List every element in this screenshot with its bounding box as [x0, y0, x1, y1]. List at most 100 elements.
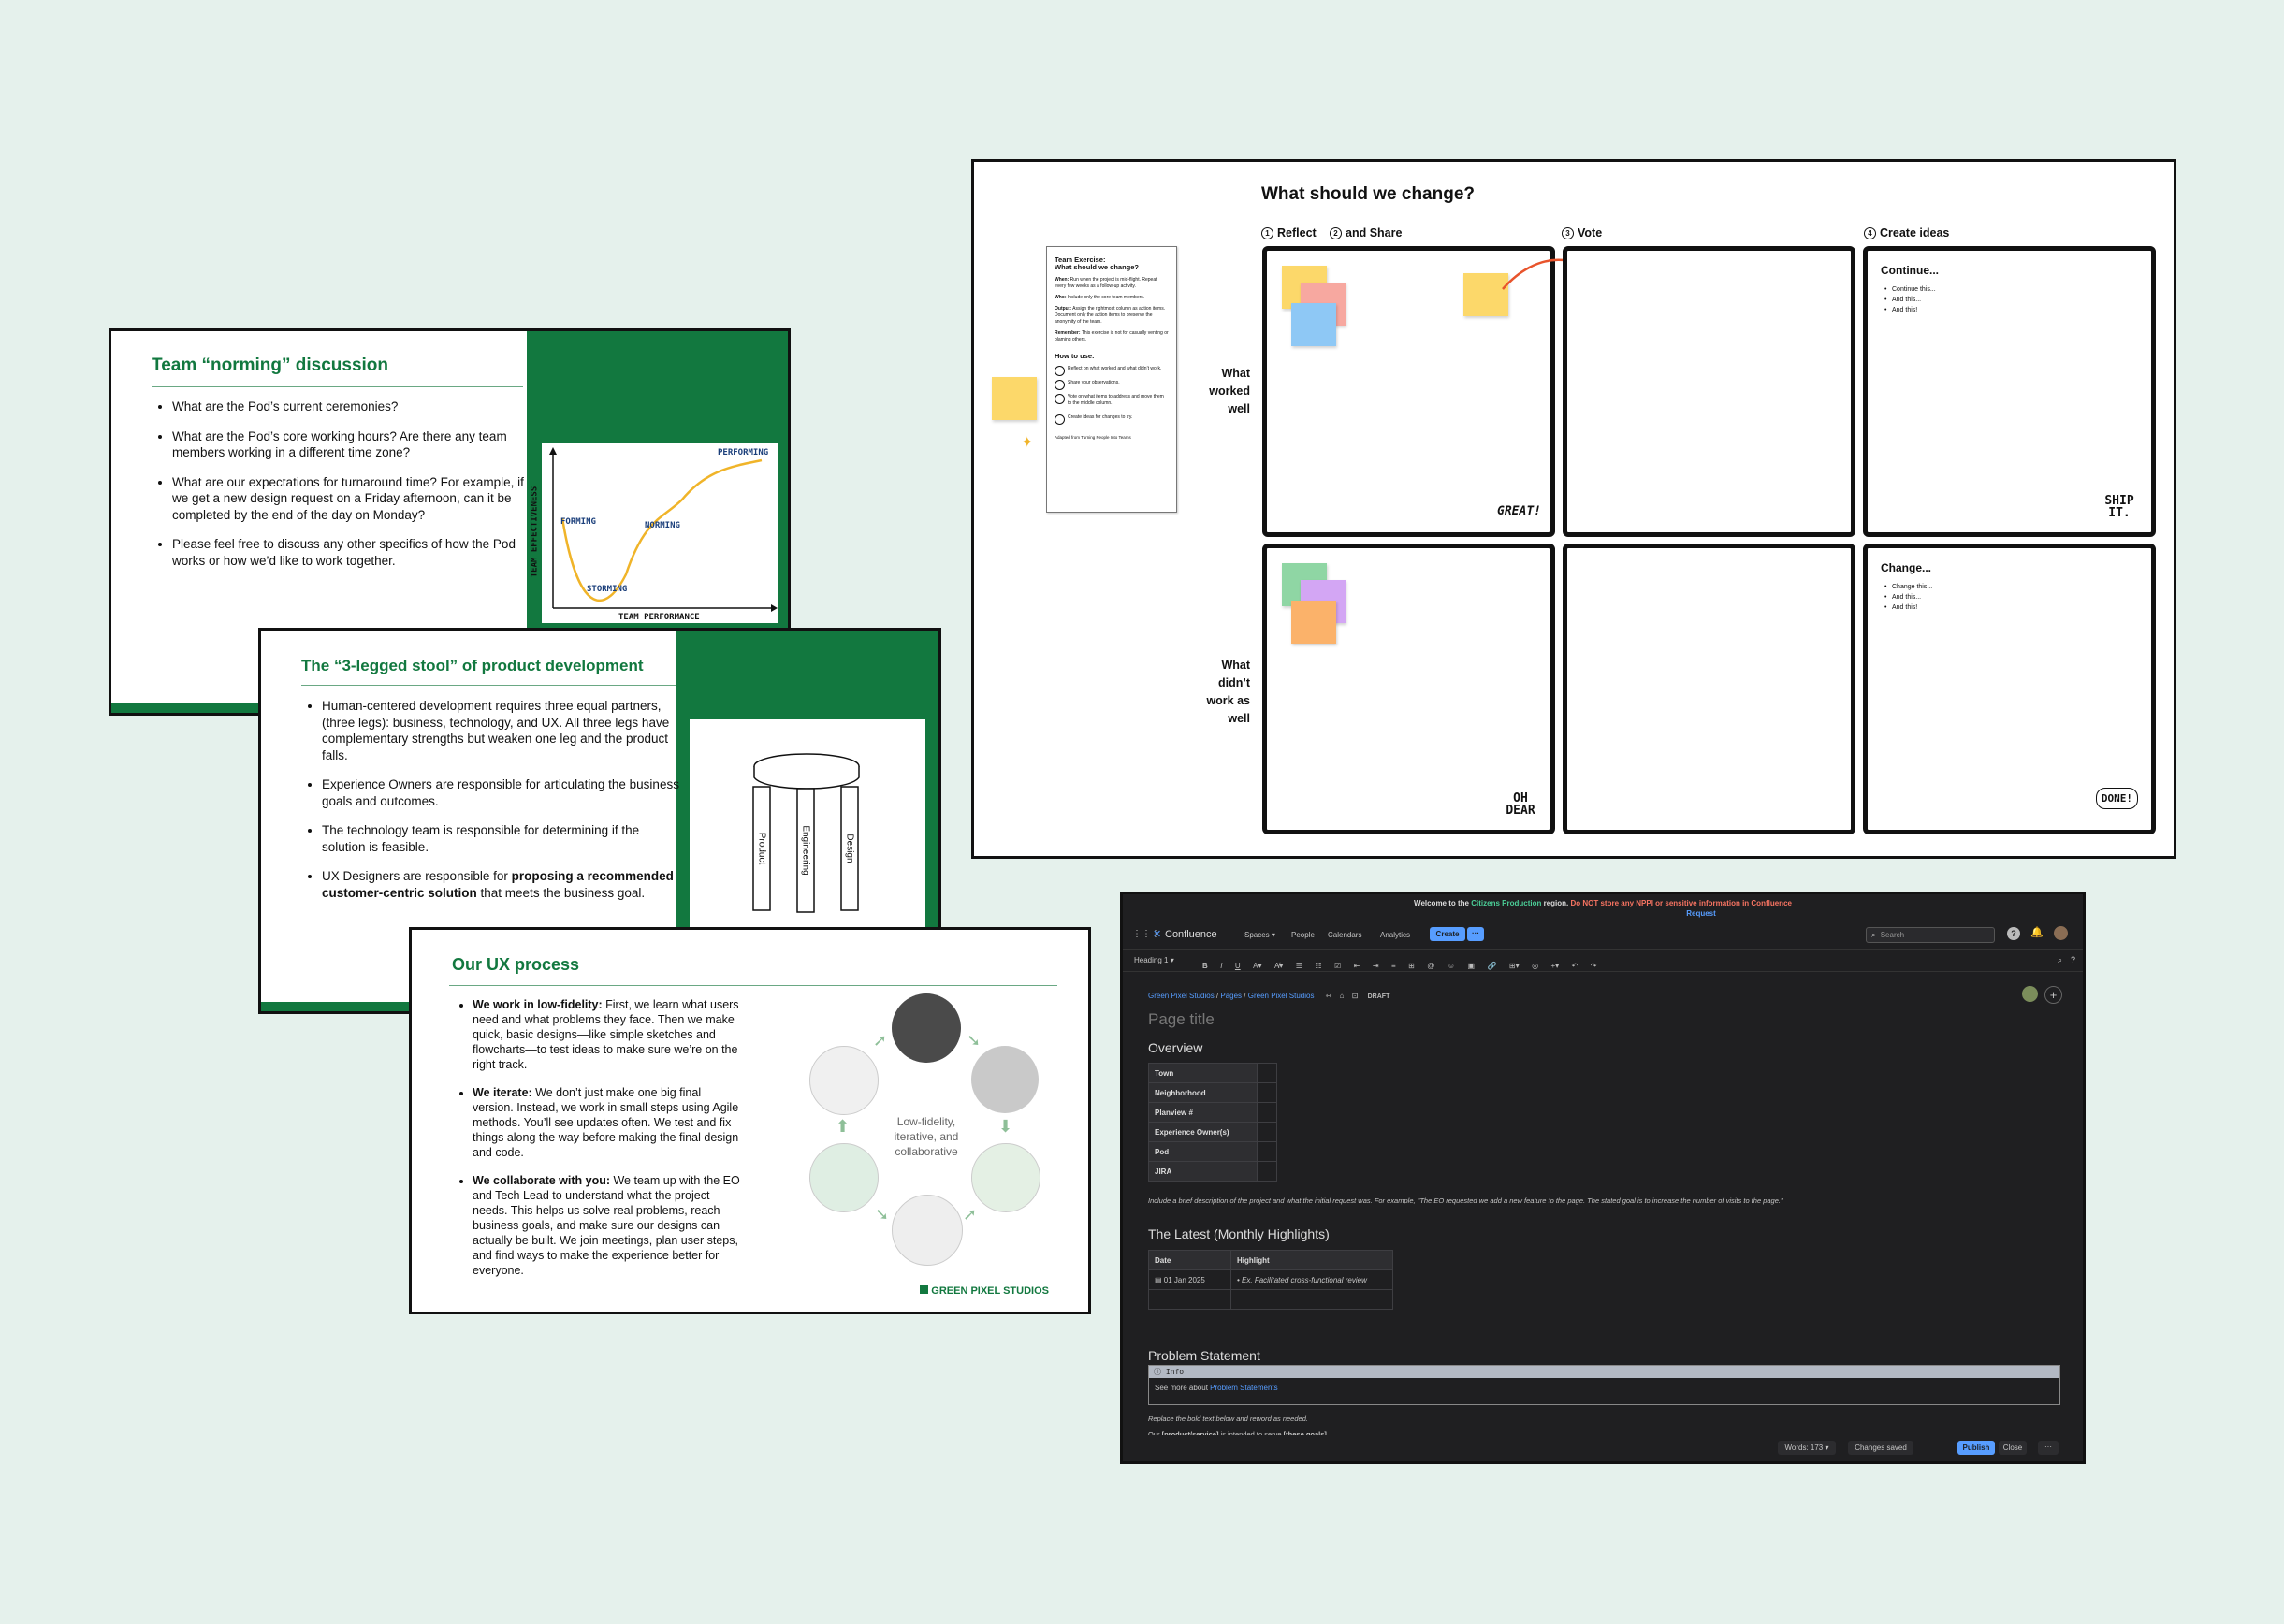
help-icon[interactable]: ?	[2071, 955, 2075, 964]
find-icon[interactable]: ⌕	[2058, 955, 2062, 965]
link-icon[interactable]: 🔗	[1487, 962, 1496, 970]
invite-icon[interactable]: +	[2044, 986, 2062, 1004]
column-head-share: 2 and Share	[1330, 226, 1402, 239]
nav-spaces[interactable]: Spaces ▾	[1244, 931, 1275, 939]
row-label-worked-well: What worked well	[1209, 367, 1250, 415]
cycle-wireframe	[892, 1195, 963, 1266]
outdent-icon[interactable]: ⇤	[1354, 962, 1360, 970]
highlight-cell[interactable]: • Ex. Facilitated cross-functional revie…	[1230, 1269, 1393, 1290]
text-style-select[interactable]: Heading 1 ▾	[1134, 956, 1174, 964]
format-controls: B I U A▾ A̸▾ ☰ ☷ ☑ ⇤ ⇥ ≡ ⊞ @ ☺ ▣ 🔗 ⊞▾ ◎ …	[1202, 956, 1606, 973]
title-rule	[301, 685, 676, 686]
title-rule	[152, 386, 523, 387]
create-button[interactable]: Create	[1430, 927, 1465, 941]
breadcrumb-item[interactable]: Green Pixel Studios	[1248, 992, 1315, 1000]
table-icon[interactable]: ⊞▾	[1509, 962, 1520, 970]
cell-worked-continue[interactable]: Continue... Continue this...And this...A…	[1863, 246, 2156, 537]
instructions-para: When: Run when the project is mid-flight…	[1055, 277, 1157, 289]
word-count-button[interactable]: Words: 173 ▾	[1778, 1441, 1836, 1455]
instructions-footer: Adapted from Turning People Into Teams	[1055, 435, 1131, 440]
close-button[interactable]: Close	[1999, 1441, 2027, 1455]
page-title-input[interactable]: Page title	[1148, 1010, 1215, 1029]
banner-request-link[interactable]: Request	[1123, 908, 2083, 919]
breadcrumb-item[interactable]: Green Pixel Studios	[1148, 992, 1215, 1000]
label-icon[interactable]: ⌂	[1340, 992, 1345, 1000]
info-panel-header: ⓘ Info	[1149, 1366, 2059, 1378]
text-color-icon[interactable]: A▾	[1253, 962, 1261, 970]
page-width-icon[interactable]: ⇿	[1326, 992, 1332, 1000]
bullet-item: Please feel free to discuss any other sp…	[172, 536, 532, 569]
cell-didnt-vote[interactable]	[1563, 544, 1855, 834]
product-name[interactable]: Confluence	[1165, 929, 1217, 940]
change-note: Change... Change this...And this...And t…	[1881, 561, 1932, 613]
problem-note: Replace the bold text below and reword a…	[1148, 1414, 1308, 1423]
bullet-item: Experience Owners are responsible for ar…	[322, 776, 682, 809]
bullet-item: Human-centered development requires thre…	[322, 698, 682, 763]
search-input[interactable]: ⌕ Search	[1866, 927, 1995, 943]
nav-people[interactable]: People	[1291, 931, 1315, 939]
info-panel: ⓘ Info See more about Problem Statements	[1148, 1365, 2060, 1405]
date-cell[interactable]: ▤ 01 Jan 2025	[1148, 1269, 1231, 1290]
nav-calendars[interactable]: Calendars	[1328, 931, 1361, 939]
undo-icon[interactable]: ↶	[1572, 962, 1578, 970]
breadcrumb: Green Pixel Studios / Pages / Green Pixe…	[1148, 992, 1390, 1000]
stage-performing: Performing	[718, 448, 769, 457]
sticky-note[interactable]	[1291, 303, 1336, 346]
redo-icon[interactable]: ↷	[1591, 962, 1597, 970]
bullet-list-icon[interactable]: ☰	[1296, 962, 1302, 970]
insert-more-icon[interactable]: +▾	[1551, 962, 1560, 970]
search-icon: ⌕	[1871, 931, 1876, 939]
underline-icon[interactable]: U	[1235, 962, 1241, 970]
cycle-sketch	[971, 1046, 1039, 1113]
numbered-list-icon[interactable]: ☷	[1315, 962, 1321, 970]
bold-icon[interactable]: B	[1202, 962, 1208, 970]
sticker-ship-it: SHIP IT.	[2104, 494, 2134, 520]
table-row: Planview #	[1148, 1102, 1277, 1123]
avatar[interactable]	[2054, 926, 2068, 940]
bullet-list: We work in low-fidelity: First, we learn…	[452, 997, 744, 1291]
overview-heading: Overview	[1148, 1040, 1203, 1055]
align-icon[interactable]: ≡	[1391, 962, 1396, 970]
restrictions-icon[interactable]: ⊡	[1352, 992, 1359, 1000]
italic-icon[interactable]: I	[1220, 962, 1222, 970]
team-stages-svg	[549, 447, 778, 612]
editor-footer: Words: 173 ▾ Changes saved Publish Close…	[1123, 1435, 2083, 1461]
bullet-item: We collaborate with you: We team up with…	[473, 1173, 744, 1278]
mention-icon[interactable]: @	[1427, 962, 1434, 970]
cell-worked-vote[interactable]	[1563, 246, 1855, 537]
create-more-button[interactable]: ···	[1467, 927, 1484, 941]
more-options-button[interactable]: ···	[2038, 1441, 2059, 1455]
latest-table: Date Highlight ▤ 01 Jan 2025 • Ex. Facili…	[1148, 1250, 1393, 1310]
brand-logo: GREEN PIXEL STUDIOS	[920, 1285, 1049, 1297]
help-icon[interactable]: ?	[2007, 927, 2020, 940]
status-icon[interactable]: ◎	[1532, 962, 1538, 970]
slide-title: Team “norming” discussion	[152, 355, 389, 375]
breadcrumb-item[interactable]: Pages	[1220, 992, 1242, 1000]
sticker-done: DONE!	[2095, 788, 2138, 809]
sticky-note[interactable]	[992, 377, 1037, 420]
leg-label-design: Design	[844, 834, 855, 863]
publish-button[interactable]: Publish	[1957, 1441, 1995, 1455]
collaborator-avatar[interactable]	[2022, 986, 2038, 1002]
problem-statements-link[interactable]: Problem Statements	[1210, 1384, 1277, 1392]
howto-title: How to use:	[1055, 352, 1095, 360]
image-icon[interactable]: ▣	[1467, 962, 1475, 970]
notifications-icon[interactable]: 🔔	[2030, 926, 2044, 938]
bullet-list: Human-centered development requires thre…	[301, 698, 682, 914]
clear-format-icon[interactable]: A̸▾	[1274, 962, 1283, 970]
calendar-icon: ▤	[1155, 1275, 1164, 1284]
table-row: ▤ 01 Jan 2025 • Ex. Facilitated cross-fu…	[1148, 1269, 1393, 1290]
cycle-label: Low-fidelity, iterative, and collaborative	[894, 1115, 959, 1158]
bullet-item: What are our expectations for turnaround…	[172, 474, 532, 524]
nav-analytics[interactable]: Analytics	[1380, 931, 1410, 939]
problem-heading: Problem Statement	[1148, 1348, 1260, 1363]
confluence-logo-icon[interactable]: ✕	[1153, 928, 1161, 940]
layout-icon[interactable]: ⊞	[1408, 962, 1415, 970]
emoji-icon[interactable]: ☺	[1448, 962, 1455, 970]
cell-didnt-reflect[interactable]: OH DEAR	[1262, 544, 1555, 834]
task-list-icon[interactable]: ☑	[1334, 962, 1341, 970]
sticky-note[interactable]	[1291, 601, 1336, 644]
howto-step: Reflect on what worked and what didn’t w…	[1055, 366, 1169, 376]
indent-icon[interactable]: ⇥	[1373, 962, 1379, 970]
cell-didnt-change[interactable]: Change... Change this...And this...And t…	[1863, 544, 2156, 834]
